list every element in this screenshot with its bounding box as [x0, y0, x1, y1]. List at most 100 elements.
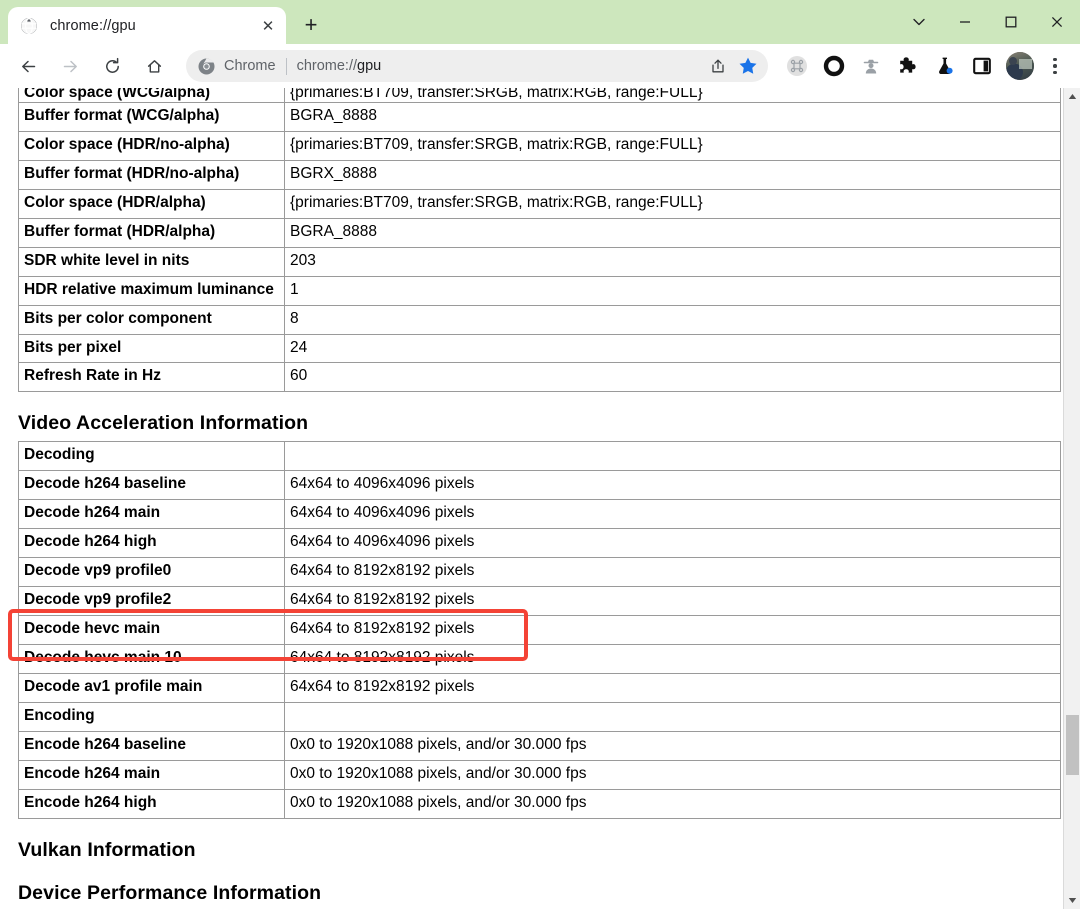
row-value: 64x64 to 4096x4096 pixels — [285, 529, 1061, 558]
table-row-hevc-main-10: Decode hevc main 1064x64 to 8192x8192 pi… — [19, 644, 1061, 673]
table-row: Color space (HDR/no-alpha){primaries:BT7… — [19, 131, 1061, 160]
table-row: Encode h264 baseline0x0 to 1920x1088 pix… — [19, 731, 1061, 760]
profile-avatar[interactable] — [1006, 52, 1034, 80]
gpu-info-page: Color space (WCG/alpha) {primaries:BT709… — [0, 88, 1063, 909]
incognito-person-extension-icon[interactable] — [854, 49, 888, 83]
row-value: 64x64 to 8192x8192 pixels — [285, 558, 1061, 587]
row-value: 64x64 to 4096x4096 pixels — [285, 471, 1061, 500]
star-icon[interactable] — [734, 52, 762, 80]
back-button[interactable] — [10, 48, 46, 84]
command-extension-icon[interactable] — [780, 49, 814, 83]
row-value: 64x64 to 8192x8192 pixels — [285, 587, 1061, 616]
browser-window: chrome://gpu ✕ + — [0, 0, 1080, 909]
row-key: Bits per pixel — [19, 334, 285, 363]
row-key: Decode h264 high — [19, 529, 285, 558]
table-row: Bits per color component8 — [19, 305, 1061, 334]
address-bar[interactable]: Chrome chrome://gpu — [186, 50, 768, 82]
row-key: Encode h264 main — [19, 760, 285, 789]
scroll-down-arrow-icon[interactable] — [1064, 892, 1080, 909]
row-key: Decoding — [19, 442, 285, 471]
clipped-top-row: Color space (WCG/alpha) {primaries:BT709… — [0, 88, 1063, 102]
table-row: Encode h264 high0x0 to 1920x1088 pixels,… — [19, 789, 1061, 818]
row-key: Encode h264 baseline — [19, 731, 285, 760]
table-row: Color space (WCG/alpha) {primaries:BT709… — [19, 88, 1061, 102]
forward-button[interactable] — [52, 48, 88, 84]
home-button[interactable] — [136, 48, 172, 84]
table-row: SDR white level in nits203 — [19, 247, 1061, 276]
table-row: Buffer format (HDR/no-alpha)BGRX_8888 — [19, 160, 1061, 189]
vulkan-heading: Vulkan Information — [18, 839, 1063, 862]
side-panel-icon[interactable] — [965, 49, 999, 83]
page-content: Color space (WCG/alpha) {primaries:BT709… — [0, 88, 1080, 909]
maximize-button[interactable] — [988, 0, 1034, 44]
table-row: Decode av1 profile main64x64 to 8192x819… — [19, 673, 1061, 702]
new-tab-button[interactable]: + — [294, 8, 328, 42]
device-performance-heading: Device Performance Information — [18, 882, 1063, 905]
row-value: 60 — [285, 363, 1061, 392]
omnibox-chip-label: Chrome — [224, 58, 276, 74]
row-value — [285, 442, 1061, 471]
browser-tab[interactable]: chrome://gpu ✕ — [8, 7, 286, 44]
row-key: SDR white level in nits — [19, 247, 285, 276]
browser-toolbar: Chrome chrome://gpu — [0, 44, 1080, 88]
close-icon[interactable]: ✕ — [256, 14, 280, 38]
puzzle-extensions-icon[interactable] — [891, 49, 925, 83]
tab-search-button[interactable] — [896, 0, 942, 44]
minimize-button[interactable] — [942, 0, 988, 44]
chrome-menu-button[interactable] — [1038, 49, 1072, 83]
table-row: Encoding — [19, 702, 1061, 731]
row-key: HDR relative maximum luminance — [19, 276, 285, 305]
row-value: 8 — [285, 305, 1061, 334]
row-value: {primaries:BT709, transfer:SRGB, matrix:… — [285, 88, 1061, 102]
row-key: Decode av1 profile main — [19, 673, 285, 702]
row-key: Buffer format (WCG/alpha) — [19, 103, 285, 132]
row-key: Refresh Rate in Hz — [19, 363, 285, 392]
table-row: Bits per pixel24 — [19, 334, 1061, 363]
table-row: Color space (HDR/alpha){primaries:BT709,… — [19, 189, 1061, 218]
row-value: 64x64 to 4096x4096 pixels — [285, 500, 1061, 529]
row-key: Color space (HDR/alpha) — [19, 189, 285, 218]
circle-extension-icon[interactable] — [817, 49, 851, 83]
table-row: Buffer format (WCG/alpha)BGRA_8888 — [19, 103, 1061, 132]
row-key: Encode h264 high — [19, 789, 285, 818]
table-row: Encode h264 main0x0 to 1920x1088 pixels,… — [19, 760, 1061, 789]
row-value: 0x0 to 1920x1088 pixels, and/or 30.000 f… — [285, 789, 1061, 818]
display-info-table: Buffer format (WCG/alpha)BGRA_8888 Color… — [18, 102, 1061, 392]
close-button[interactable] — [1034, 0, 1080, 44]
omnibox-url-host: gpu — [357, 58, 381, 74]
scrollbar-thumb[interactable] — [1066, 715, 1079, 775]
table-row: Decode vp9 profile064x64 to 8192x8192 pi… — [19, 558, 1061, 587]
table-row: HDR relative maximum luminance1 — [19, 276, 1061, 305]
row-key: Color space (HDR/no-alpha) — [19, 131, 285, 160]
omnibox-separator — [286, 58, 287, 75]
page-scrollbar[interactable] — [1063, 88, 1080, 909]
row-key: Bits per color component — [19, 305, 285, 334]
omnibox-actions — [704, 52, 764, 80]
video-acceleration-heading: Video Acceleration Information — [18, 412, 1063, 435]
row-key: Encoding — [19, 702, 285, 731]
omnibox-url-text: chrome://gpu — [297, 58, 704, 74]
share-icon[interactable] — [704, 52, 732, 80]
scroll-up-arrow-icon[interactable] — [1064, 88, 1080, 105]
reload-button[interactable] — [94, 48, 130, 84]
flask-lab-icon[interactable] — [928, 49, 962, 83]
row-key: Buffer format (HDR/no-alpha) — [19, 160, 285, 189]
row-value: 203 — [285, 247, 1061, 276]
table-row: Decode vp9 profile264x64 to 8192x8192 pi… — [19, 587, 1061, 616]
row-value: 1 — [285, 276, 1061, 305]
table-row: Decode h264 baseline64x64 to 4096x4096 p… — [19, 471, 1061, 500]
row-value: {primaries:BT709, transfer:SRGB, matrix:… — [285, 131, 1061, 160]
display-info-rows: Buffer format (WCG/alpha)BGRA_8888 Color… — [19, 103, 1061, 392]
tab-strip: chrome://gpu ✕ + — [0, 0, 1080, 44]
window-controls — [896, 0, 1080, 44]
video-acceleration-table: Decoding Decode h264 baseline64x64 to 40… — [18, 441, 1061, 818]
row-key: Buffer format (HDR/alpha) — [19, 218, 285, 247]
globe-icon — [20, 17, 38, 35]
video-acceleration-rows: Decoding Decode h264 baseline64x64 to 40… — [19, 442, 1061, 818]
row-value: BGRX_8888 — [285, 160, 1061, 189]
table-row: Decode h264 main64x64 to 4096x4096 pixel… — [19, 500, 1061, 529]
chrome-logo-icon — [198, 58, 215, 75]
omnibox-url-scheme: chrome:// — [297, 58, 357, 74]
row-value: 64x64 to 8192x8192 pixels — [285, 644, 1061, 673]
row-value — [285, 702, 1061, 731]
